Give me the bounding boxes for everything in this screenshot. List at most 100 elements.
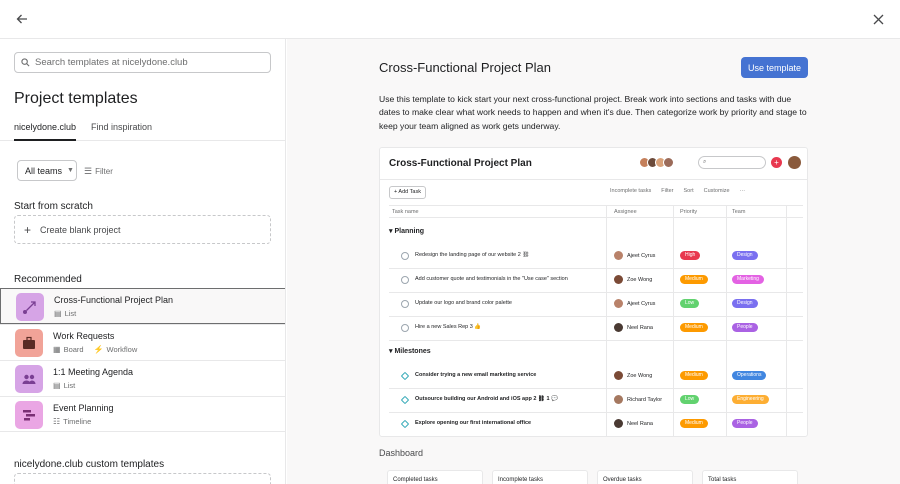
milestone-icon [400,371,410,381]
preview-task-row: Hire a new Sales Rep 3 👍 Neel Rana Medium P… [389,317,803,341]
preview-column-header: Task name Assignee Priority Team [389,205,803,218]
use-template-button[interactable]: Use template [741,57,808,78]
team-badge: Operations [732,371,767,380]
check-circle-icon [401,300,409,308]
teams-select-value: All teams [25,165,63,176]
timeline-small-icon: ☷ [53,417,61,426]
back-button[interactable] [13,10,31,28]
dashboard-card: Incomplete tasks [492,470,588,484]
preview-section-header: ▾ Milestones [389,348,431,355]
briefcase-icon [23,336,35,349]
page-title: Project templates [14,90,138,107]
top-bar [0,0,900,39]
timeline-icon [23,410,35,421]
col-priority: Priority [680,209,698,215]
plus-icon: + [24,222,32,237]
team-badge: Design [732,299,758,308]
template-name: Event Planning [53,403,114,413]
template-meta: ▦ Board ⚡ Workflow [53,345,147,354]
avatar [663,157,674,168]
preview-tool: Customize [703,188,730,194]
preview-assignee-name: Neel Rana [627,324,653,331]
tab-nicelydone[interactable]: nicelydone.club [14,122,77,141]
team-badge: Engineering [732,395,769,404]
template-type: Board [63,345,84,354]
dashboard-card: Completed tasks [387,470,483,484]
template-item-meeting-agenda[interactable]: 1:1 Meeting Agenda ▤ List [0,360,285,396]
template-title: Cross-Functional Project Plan [379,60,551,75]
avatar [614,323,623,332]
lightning-icon: ⚡ [93,345,104,354]
preview-task-row: Update our logo and brand color palette A… [389,293,803,317]
template-thumbnail [15,365,43,393]
close-icon [873,14,883,24]
preview-assignee: Ajeet Cyrus [614,251,655,260]
avatar [614,371,623,380]
timeline-arrow-icon [23,301,36,314]
milestone-icon [400,395,410,405]
preview-assignee: Neel Rana [614,419,653,428]
custom-template-placeholder[interactable] [14,473,271,484]
template-item-cross-functional[interactable]: Cross-Functional Project Plan ▤ List [0,288,285,324]
preview-search: ⌕ [698,156,766,169]
preview-tool: Filter [661,188,674,194]
preview-assignee-name: Zoe Wong [627,276,653,283]
preview-task-name: Outsource building our Android and iOS a… [415,396,558,402]
preview-task-name: Consider trying a new email marketing se… [415,372,537,378]
preview-assignee-name: Ajeet Cyrus [627,300,656,307]
priority-badge: Low [680,395,700,404]
team-badge: Design [732,251,758,260]
search-box[interactable] [14,52,271,73]
template-item-work-requests[interactable]: Work Requests ▦ Board ⚡ Workflow [0,324,285,360]
check-circle-icon [401,324,409,332]
preview-tool: Sort [683,188,694,194]
dashboard-card: Overdue tasks [597,470,693,484]
tab-bar: nicelydone.club Find inspiration [0,122,285,141]
tab-find-inspiration[interactable]: Find inspiration [91,122,152,141]
template-name: Work Requests [53,331,115,341]
template-meta: ☷ Timeline [53,417,101,426]
template-list-panel: Project templates nicelydone.club Find i… [0,39,286,484]
preview-tool: Incomplete tasks [610,188,652,194]
preview-task-row: Outsource building our Android and iOS a… [389,389,803,413]
search-input[interactable] [35,57,255,68]
start-from-scratch-heading: Start from scratch [14,201,93,212]
filter-label: Filter [95,167,113,176]
dashboard-label: Dashboard [379,448,424,458]
filter-button[interactable]: ☰ Filter [84,166,113,177]
search-icon [21,58,30,67]
preview-assignee-name: Neel Rana [627,420,653,427]
priority-badge: High [680,251,701,260]
template-thumbnail [16,293,44,321]
priority-badge: Medium [680,275,708,284]
template-thumbnail [15,329,43,357]
template-meta: ▤ List [54,309,86,318]
preview-assignee-name: Richard Taylor [627,396,663,403]
preview-task-name: Hire a new Sales Rep 3 👍 [415,324,482,330]
preview-avatars [639,157,674,168]
col-assignee: Assignee [614,209,637,215]
filter-icon: ☰ [84,166,93,176]
preview-task-name: Add customer quote and testimonials in t… [415,276,568,282]
preview-toolbar: Incomplete tasks Filter Sort Customize ·… [610,188,755,194]
template-item-event-planning[interactable]: Event Planning ☷ Timeline [0,396,285,432]
preview-task-name: Explore opening our first international … [415,420,532,426]
close-button[interactable] [869,10,887,28]
template-type: List [64,309,77,318]
avatar [614,275,623,284]
people-icon [22,374,36,384]
create-blank-project-button[interactable]: + Create blank project [14,215,271,244]
col-task: Task name [392,209,419,215]
priority-badge: Medium [680,371,708,380]
template-name: Cross-Functional Project Plan [54,295,174,305]
preview-assignee: Zoe Wong [614,371,652,380]
teams-select[interactable]: All teams ▼ [17,160,77,181]
template-thumbnail [15,401,43,429]
col-team: Team [732,209,746,215]
preview-assignee: Ajeet Cyrus [614,299,655,308]
template-type: Timeline [63,417,92,426]
priority-badge: Medium [680,323,708,332]
avatar [614,419,623,428]
team-badge: People [732,323,758,332]
arrow-left-icon [16,14,27,24]
